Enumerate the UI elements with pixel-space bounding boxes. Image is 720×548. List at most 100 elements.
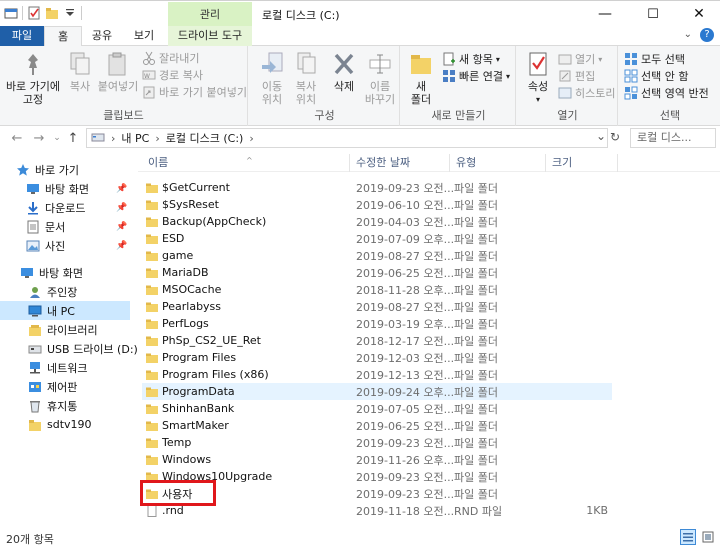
copy-button[interactable]: 복사 bbox=[64, 50, 96, 93]
tab-share[interactable]: 공유 bbox=[84, 26, 120, 46]
search-input[interactable]: 로컬 디스... bbox=[630, 128, 716, 148]
tab-drive-tools[interactable]: 드라이브 도구 bbox=[168, 26, 252, 46]
nav-control-panel[interactable]: 제어판 bbox=[0, 377, 130, 396]
address-dropdown-chevron-icon[interactable]: ⌄ bbox=[592, 129, 610, 145]
column-header-type[interactable]: 유형 bbox=[450, 154, 546, 172]
forward-arrow-icon[interactable]: → bbox=[30, 129, 48, 147]
minimize-button[interactable]: — bbox=[582, 1, 628, 27]
nav-desktop[interactable]: 바탕 화면 bbox=[0, 263, 130, 282]
file-row[interactable]: MariaDB 2019-06-25 오전... 파일 폴더 bbox=[142, 264, 612, 281]
address-bar[interactable]: › 내 PC › 로컬 디스크 (C:) › bbox=[86, 128, 608, 148]
file-row[interactable]: $SysReset 2019-06-10 오전... 파일 폴더 bbox=[142, 196, 612, 213]
open-button[interactable]: 열기 ▾ bbox=[558, 51, 602, 67]
move-to-line2: 위치 bbox=[261, 93, 283, 106]
copy-path-button[interactable]: W 경로 복사 bbox=[142, 67, 203, 83]
nav-quick-access[interactable]: 바로 가기 bbox=[0, 160, 130, 179]
new-item-button[interactable]: 새 항목 ▾ bbox=[442, 51, 500, 67]
select-all-button[interactable]: 모두 선택 bbox=[624, 51, 685, 67]
invert-selection-button[interactable]: 선택 영역 반전 bbox=[624, 85, 709, 101]
details-view-icon[interactable] bbox=[680, 529, 696, 545]
breadcrumb-local-disk[interactable]: 로컬 디스크 (C:) bbox=[166, 130, 244, 146]
file-row[interactable]: Program Files (x86) 2019-12-13 오전... 파일 폴더 bbox=[142, 366, 612, 383]
file-row[interactable]: Program Files 2019-12-03 오전... 파일 폴더 bbox=[142, 349, 612, 366]
edit-button[interactable]: 편집 bbox=[558, 68, 595, 84]
breadcrumb-separator-icon[interactable]: › bbox=[155, 132, 159, 145]
move-to-button[interactable]: 이동 위치 bbox=[256, 50, 288, 106]
help-icon[interactable]: ? bbox=[700, 28, 714, 42]
column-header-size[interactable]: 크기 bbox=[546, 154, 618, 172]
back-arrow-icon[interactable]: ← bbox=[8, 129, 26, 147]
copy-path-label: 경로 복사 bbox=[159, 69, 203, 82]
rename-line2: 바꾸기 bbox=[364, 93, 396, 106]
properties-checkmark-icon[interactable] bbox=[27, 6, 41, 20]
file-row[interactable]: game 2019-08-27 오전... 파일 폴더 bbox=[142, 247, 612, 264]
paste-shortcut-button[interactable]: 바로 가기 붙여넣기 bbox=[142, 84, 247, 100]
rename-button[interactable]: 이름 바꾸기 bbox=[362, 50, 398, 106]
breadcrumb-separator-icon[interactable]: › bbox=[111, 132, 115, 145]
column-header-name[interactable]: 이름 ^ bbox=[142, 154, 350, 172]
nav-usb-drive[interactable]: USB 드라이브 (D:) bbox=[0, 339, 138, 358]
file-modified-date: 2019-09-23 오전... bbox=[356, 181, 455, 195]
nav-libraries[interactable]: 라이브러리 bbox=[0, 320, 130, 339]
history-button[interactable]: 히스토리 bbox=[558, 85, 615, 101]
paste-shortcut-label: 바로 가기 붙여넣기 bbox=[159, 86, 247, 99]
file-row[interactable]: MSOCache 2018-11-28 오후... 파일 폴더 bbox=[142, 281, 612, 298]
up-arrow-icon[interactable]: ↑ bbox=[64, 129, 82, 147]
new-folder-qat-icon[interactable] bbox=[45, 6, 59, 20]
customize-qat-dropdown-icon[interactable] bbox=[63, 6, 77, 20]
file-row[interactable]: Pearlabyss 2019-08-27 오전... 파일 폴더 bbox=[142, 298, 612, 315]
file-row[interactable]: $GetCurrent 2019-09-23 오전... 파일 폴더 bbox=[142, 179, 612, 196]
tab-view[interactable]: 보기 bbox=[124, 26, 164, 46]
paste-button[interactable]: 붙여넣기 bbox=[96, 50, 140, 93]
nav-quick-pictures[interactable]: 사진 📌 bbox=[0, 236, 130, 255]
copy-to-button[interactable]: 복사 위치 bbox=[290, 50, 322, 106]
column-header-modified[interactable]: 수정한 날짜 bbox=[350, 154, 450, 172]
new-folder-line1: 새 bbox=[415, 80, 427, 93]
large-icons-view-icon[interactable] bbox=[700, 529, 716, 545]
nav-quick-downloads[interactable]: 다운로드 📌 bbox=[0, 198, 130, 217]
cut-button[interactable]: 잘라내기 bbox=[142, 50, 199, 66]
file-row[interactable]: SmartMaker 2019-06-25 오전... 파일 폴더 bbox=[142, 417, 612, 434]
easy-access-button[interactable]: 빠른 연결 ▾ bbox=[442, 68, 510, 84]
close-button[interactable]: ✕ bbox=[676, 1, 720, 27]
file-row[interactable]: ProgramData 2019-09-24 오후... 파일 폴더 bbox=[142, 383, 612, 400]
pinned-icon: 📌 bbox=[116, 183, 128, 194]
file-row[interactable]: Backup(AppCheck) 2019-04-03 오전... 파일 폴더 bbox=[142, 213, 612, 230]
file-row[interactable]: PhSp_CS2_UE_Ret 2018-12-17 오전... 파일 폴더 bbox=[142, 332, 612, 349]
pin-to-quick-access-button[interactable]: 바로 가기에 고정 bbox=[4, 50, 62, 106]
refresh-icon[interactable]: ↻ bbox=[610, 130, 620, 144]
nav-recycle-bin[interactable]: 휴지통 bbox=[0, 396, 130, 415]
group-clipboard: 바로 가기에 고정 복사 붙여넣기 잘라내기 W 경로 복사 바로 가기 붙여넣… bbox=[0, 46, 248, 126]
nav-quick-desktop[interactable]: 바탕 화면 📌 bbox=[0, 179, 130, 198]
file-row[interactable]: Windows 2019-11-26 오후... 파일 폴더 bbox=[142, 451, 612, 468]
nav-sdtv-folder[interactable]: sdtv190 bbox=[0, 415, 130, 434]
select-none-button[interactable]: 선택 안 함 bbox=[624, 68, 688, 84]
file-row[interactable]: PerfLogs 2019-03-19 오후... 파일 폴더 bbox=[142, 315, 612, 332]
file-row[interactable]: Temp 2019-09-23 오전... 파일 폴더 bbox=[142, 434, 612, 451]
context-tab-manage[interactable]: 관리 bbox=[168, 2, 252, 27]
nav-user[interactable]: 주인장 bbox=[0, 282, 130, 301]
nav-this-pc[interactable]: 내 PC bbox=[0, 301, 130, 320]
maximize-button[interactable]: ☐ bbox=[630, 1, 676, 27]
folder-icon bbox=[28, 418, 42, 432]
breadcrumb-this-pc[interactable]: 내 PC bbox=[121, 130, 149, 146]
breadcrumb-separator-icon[interactable]: › bbox=[249, 132, 253, 145]
tab-home[interactable]: 홈 bbox=[44, 26, 82, 47]
chevron-down-icon[interactable]: ⌄ bbox=[684, 29, 692, 40]
new-folder-button[interactable]: 새 폴더 bbox=[406, 50, 436, 106]
move-to-icon bbox=[257, 50, 287, 78]
file-row[interactable]: ESD 2019-07-09 오후... 파일 폴더 bbox=[142, 230, 612, 247]
open-icon bbox=[558, 52, 572, 66]
tab-file[interactable]: 파일 bbox=[0, 26, 44, 46]
select-all-icon bbox=[624, 52, 638, 66]
open-label: 열기 bbox=[575, 53, 596, 66]
nav-network[interactable]: 네트워크 bbox=[0, 358, 130, 377]
organize-group-label: 구성 bbox=[314, 109, 335, 122]
folder-icon bbox=[146, 267, 158, 279]
delete-button[interactable]: 삭제 bbox=[328, 50, 360, 93]
file-row[interactable]: ShinhanBank 2019-07-05 오전... 파일 폴더 bbox=[142, 400, 612, 417]
file-type: 파일 폴더 bbox=[454, 249, 498, 263]
properties-button[interactable]: 속성 ▾ bbox=[522, 50, 554, 106]
easy-access-dropdown-icon: ▾ bbox=[505, 71, 510, 81]
nav-quick-documents[interactable]: 문서 📌 bbox=[0, 217, 130, 236]
